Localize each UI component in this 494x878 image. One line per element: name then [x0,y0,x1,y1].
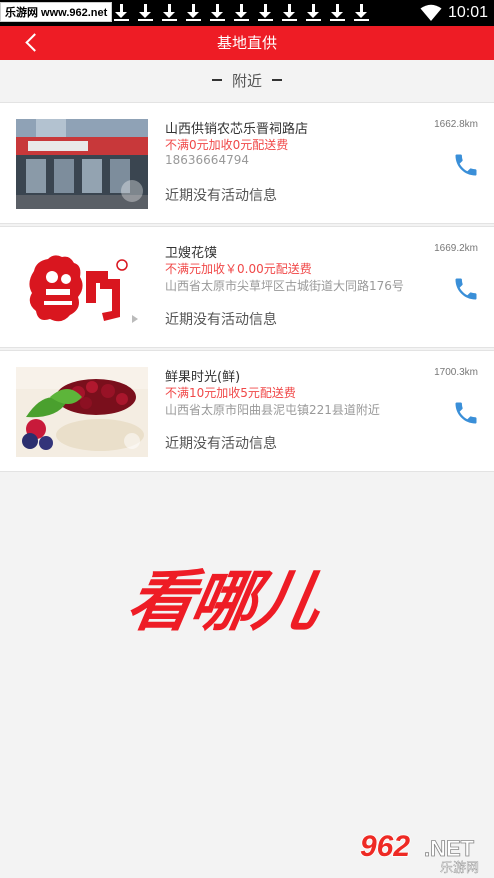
section-header: 附近 [0,60,494,100]
title-bar: 基地直供 [0,26,494,60]
store-thumbnail [16,243,148,333]
wifi-icon [420,4,442,21]
watermark-text: 看哪儿 [121,563,324,640]
download-icon [278,3,302,23]
activity-info: 近期没有活动信息 [165,188,277,204]
status-bar: 乐游网 www.962.net 10:01 [0,0,494,26]
fruit-photo [16,367,148,457]
store-distance: 1700.3km [434,367,478,378]
download-icon [230,3,254,23]
activity-info: 近期没有活动信息 [165,436,277,452]
svg-text:.NET: .NET [424,836,475,861]
store-phone-number: 18636664794 [165,153,249,167]
store-item[interactable]: 山西供销农芯乐晋祠路店 1662.8km 不满0元加收0元配送费 1863666… [0,102,494,224]
clock: 10:01 [448,4,489,21]
download-icon [326,3,350,23]
download-icon [206,3,230,23]
delivery-fee-info: 不满元加收￥0.00元配送费 [165,262,312,276]
download-icon [182,3,206,23]
store-name: 山西供销农芯乐晋祠路店 [165,122,309,137]
storefront-photo [16,119,148,209]
svg-text:962: 962 [360,830,410,863]
weisao-logo [16,243,148,333]
download-icon [110,3,134,23]
svg-text:乐游网: 乐游网 [440,861,479,874]
section-label: 附近 [231,71,262,90]
download-icons [110,3,374,23]
page-title: 基地直供 [216,34,277,52]
download-icon [254,3,278,23]
download-icon [350,3,374,23]
store-item[interactable]: 卫嫂花馍 1669.2km 不满元加收￥0.00元配送费 山西省太原市尖草坪区古… [0,226,494,348]
activity-info: 近期没有活动信息 [165,312,277,328]
watermark-label: 乐游网 www.962.net [0,2,113,22]
site-logo: 962 .NET 乐游网 [359,829,479,874]
store-address: 山西省太原市尖草坪区古城街道大同路176号 [165,279,404,293]
store-name: 卫嫂花馍 [165,246,218,261]
phone-icon[interactable] [452,399,480,427]
phone-icon[interactable] [452,151,480,179]
store-distance: 1669.2km [434,243,478,254]
phone-icon[interactable] [452,275,480,303]
store-thumbnail [16,367,148,457]
store-thumbnail [16,119,148,209]
download-icon [134,3,158,23]
download-icon [302,3,326,23]
store-name: 鲜果时光(鲜) [165,370,241,385]
delivery-fee-info: 不满10元加收5元配送费 [165,386,296,400]
store-distance: 1662.8km [434,119,478,130]
divider [272,79,282,81]
store-item[interactable]: 鲜果时光(鲜) 1700.3km 不满10元加收5元配送费 山西省太原市阳曲县泥… [0,350,494,472]
divider [211,79,222,81]
download-icon [158,3,182,23]
store-address: 山西省太原市阳曲县泥屯镇221县道附近 [165,403,380,417]
delivery-fee-info: 不满0元加收0元配送费 [165,138,289,152]
